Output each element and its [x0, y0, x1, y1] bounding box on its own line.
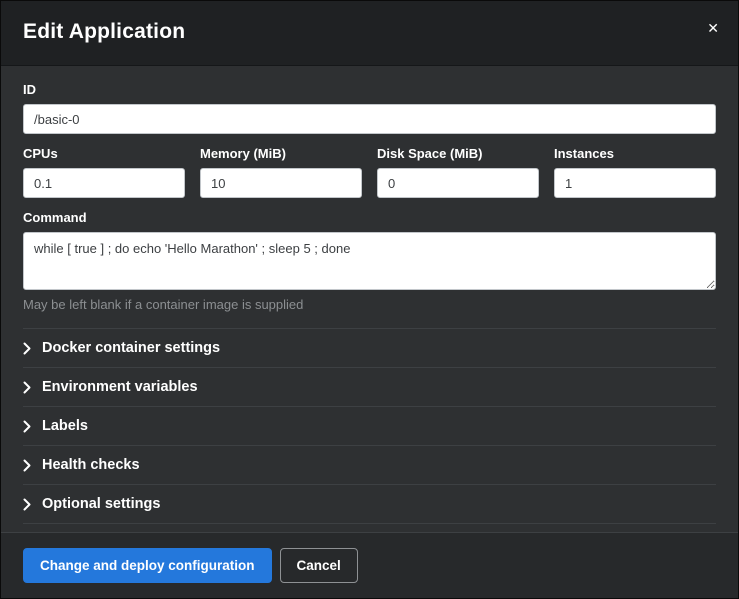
command-help-text: May be left blank if a container image i… [23, 297, 716, 312]
modal-footer: Change and deploy configuration Cancel [1, 532, 738, 599]
modal-header: Edit Application ✕ [1, 1, 738, 66]
instances-label: Instances [554, 146, 716, 161]
memory-field-group: Memory (MiB) [200, 134, 362, 198]
instances-field-group: Instances [554, 134, 716, 198]
cpus-input[interactable] [23, 168, 185, 198]
resources-row: CPUs Memory (MiB) Disk Space (MiB) Insta… [23, 134, 716, 198]
section-label: Optional settings [42, 496, 160, 512]
chevron-right-icon [23, 342, 31, 355]
modal-title: Edit Application [23, 20, 716, 44]
chevron-right-icon [23, 498, 31, 511]
chevron-right-icon [23, 420, 31, 433]
disk-input[interactable] [377, 168, 539, 198]
edit-application-modal: Edit Application ✕ ID CPUs Memory (MiB) … [0, 0, 739, 599]
chevron-right-icon [23, 459, 31, 472]
section-environment-variables[interactable]: Environment variables [23, 367, 716, 406]
section-optional-settings[interactable]: Optional settings [23, 484, 716, 524]
command-textarea[interactable]: while [ true ] ; do echo 'Hello Marathon… [23, 232, 716, 290]
id-label: ID [23, 82, 716, 97]
memory-label: Memory (MiB) [200, 146, 362, 161]
section-label: Docker container settings [42, 340, 220, 356]
cpus-label: CPUs [23, 146, 185, 161]
section-label: Health checks [42, 457, 140, 473]
id-input[interactable] [23, 104, 716, 134]
section-label: Environment variables [42, 379, 198, 395]
chevron-right-icon [23, 381, 31, 394]
modal-body: ID CPUs Memory (MiB) Disk Space (MiB) In… [1, 66, 738, 532]
section-labels[interactable]: Labels [23, 406, 716, 445]
change-and-deploy-button[interactable]: Change and deploy configuration [23, 548, 272, 584]
cpus-field-group: CPUs [23, 134, 185, 198]
section-health-checks[interactable]: Health checks [23, 445, 716, 484]
settings-accordion: Docker container settings Environment va… [23, 328, 716, 524]
disk-field-group: Disk Space (MiB) [377, 134, 539, 198]
section-docker-container-settings[interactable]: Docker container settings [23, 328, 716, 367]
cancel-button[interactable]: Cancel [280, 548, 358, 584]
close-icon[interactable]: ✕ [703, 17, 723, 39]
instances-input[interactable] [554, 168, 716, 198]
section-label: Labels [42, 418, 88, 434]
disk-label: Disk Space (MiB) [377, 146, 539, 161]
command-label: Command [23, 210, 716, 225]
memory-input[interactable] [200, 168, 362, 198]
